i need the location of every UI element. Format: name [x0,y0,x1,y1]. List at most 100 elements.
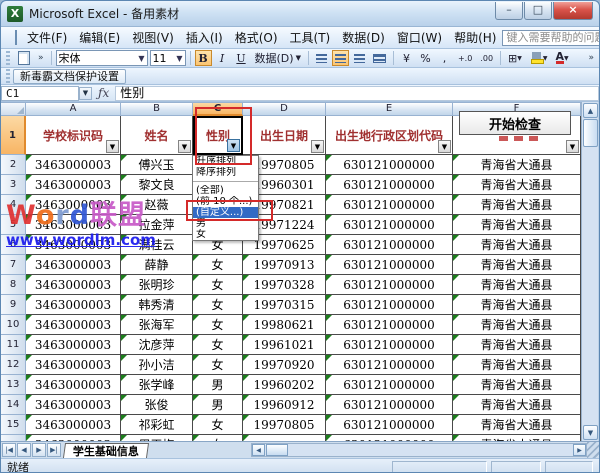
font-color-button[interactable]: A▼ [553,50,572,66]
row-number[interactable]: 9 [1,295,26,315]
minimize-button[interactable]: – [495,2,523,20]
filter-menu-item[interactable]: (自定义...) [193,207,258,218]
align-left-button[interactable] [313,50,330,66]
menu-item[interactable]: 数据(D) [336,27,391,48]
row-number[interactable]: 2 [1,155,26,175]
cell-a[interactable]: 3463000003 [26,175,121,195]
tab-last-icon[interactable]: ▶| [47,443,61,457]
filter-menu-item[interactable]: 男 [193,218,258,229]
new-document-button[interactable] [15,50,33,66]
filter-menu-item[interactable]: 降序排列 [193,167,258,178]
font-size-select[interactable]: 11▼ [150,50,186,66]
cell-a[interactable]: 3463000003 [26,375,121,395]
cell-c[interactable]: 女 [193,355,243,375]
row-number[interactable]: 5 [1,215,26,235]
menu-item[interactable]: 格式(O) [229,27,284,48]
percent-button[interactable]: % [417,50,434,66]
filter-dropdown-icon[interactable]: ▼ [106,140,119,153]
cell-d[interactable]: 19970315 [243,295,326,315]
cell-f[interactable]: 青海省大通县 [453,295,581,315]
filter-dropdown-icon[interactable]: ▼ [311,140,324,153]
cell-a[interactable]: 3463000003 [26,255,121,275]
data-menu-button[interactable]: 数据(D)▼ [252,50,304,66]
cell-e[interactable]: 630121000000 [326,255,453,275]
cell-c[interactable]: 女 [193,255,243,275]
cell-f[interactable]: 青海省大通县 [453,355,581,375]
row-number[interactable]: 10 [1,315,26,335]
cell-e[interactable]: 630121000000 [326,415,453,435]
align-right-button[interactable] [351,50,368,66]
help-search-input[interactable]: 键入需要帮助的问题 [502,30,600,46]
cell-b[interactable]: 韩秀清 [121,295,193,315]
cell-a[interactable]: 3463000003 [26,295,121,315]
header-cell-b1[interactable]: 姓名 ▼ [121,116,193,155]
cell-f[interactable]: 青海省大通县 [453,275,581,295]
row-number[interactable]: 15 [1,415,26,435]
cell-b[interactable]: 张明珍 [121,275,193,295]
row-number[interactable]: 14 [1,395,26,415]
cell-f[interactable]: 青海省大通县 [453,195,581,215]
formula-input[interactable]: 性别 [115,86,599,101]
header-cell-d1[interactable]: 出生日期 ▼ [243,116,326,155]
merge-center-button[interactable] [370,50,389,66]
cell-b[interactable]: 祁彩虹 [121,415,193,435]
scroll-down-icon[interactable]: ▼ [583,425,598,440]
column-header-A[interactable]: A [26,102,121,116]
cell-b[interactable]: 沈彦萍 [121,335,193,355]
start-check-button[interactable]: 开始检查 [459,111,571,135]
name-box[interactable]: C1 [1,86,79,101]
tab-next-icon[interactable]: ▶ [32,443,46,457]
cell-f[interactable]: 青海省大通县 [453,255,581,275]
decrease-decimal-button[interactable]: .00 [477,50,496,66]
sheet-tab-active[interactable]: 学生基础信息 [63,443,149,458]
cell-d[interactable]: 19970805 [243,415,326,435]
cell-a[interactable]: 3463000003 [26,155,121,175]
cell-d[interactable]: 19980621 [243,315,326,335]
increase-decimal-button[interactable]: +.0 [455,50,475,66]
horizontal-scroll-thumb[interactable] [266,444,288,456]
cell-e[interactable]: 630121000000 [326,355,453,375]
toolbar-grip[interactable] [6,69,10,83]
row-number[interactable]: 6 [1,235,26,255]
column-header-D[interactable]: D [243,102,326,116]
header-cell-a1[interactable]: 学校标识码 ▼ [26,116,121,155]
cell-d[interactable]: 19960202 [243,375,326,395]
fx-icon[interactable]: ƒx [98,86,109,100]
comma-button[interactable]: , [436,50,453,66]
cell-e[interactable]: 630121000000 [326,375,453,395]
cell-b[interactable]: 孙小洁 [121,355,193,375]
tab-prev-icon[interactable]: ◀ [17,443,31,457]
cell-b[interactable]: 拉金萍 [121,215,193,235]
cell-e[interactable]: 630121000000 [326,275,453,295]
filter-dropdown-icon[interactable]: ▼ [566,140,579,153]
filter-menu-item[interactable]: 女 [193,229,258,240]
cell-d[interactable]: 19960912 [243,395,326,415]
cell-c[interactable]: 女 [193,315,243,335]
currency-button[interactable]: ¥ [398,50,415,66]
cell-e[interactable]: 630121000000 [326,295,453,315]
cell-f[interactable]: 青海省大通县 [453,415,581,435]
cell-e[interactable]: 630121000000 [326,195,453,215]
row-number[interactable]: 3 [1,175,26,195]
antivirus-doc-protect-button[interactable]: 新毒霸文档保护设置 [13,69,126,84]
fill-color-button[interactable]: ▼ [527,50,551,66]
cell-a[interactable]: 3463000003 [26,395,121,415]
cell-a[interactable]: 3463000003 [26,335,121,355]
toolbar-overflow-icon[interactable]: » [35,53,47,63]
row-number[interactable]: 11 [1,335,26,355]
menu-item[interactable]: 工具(T) [284,27,337,48]
menu-item[interactable]: 插入(I) [180,27,229,48]
toolbar-grip[interactable] [6,51,10,65]
cell-b[interactable]: 张俊 [121,395,193,415]
column-header-B[interactable]: B [121,102,193,116]
scroll-right-icon[interactable]: ▶ [573,444,586,456]
vertical-scrollbar[interactable]: ▲ ▼ [581,102,598,441]
toolbar-options-icon[interactable]: » [585,53,597,63]
filter-menu-item[interactable]: 升序排列 [193,156,258,167]
cell-a[interactable]: 3463000003 [26,355,121,375]
cell-e[interactable]: 630121000000 [326,155,453,175]
row-number[interactable]: 4 [1,195,26,215]
underline-button[interactable]: U [233,50,250,66]
cell-b[interactable]: 傅兴玉 [121,155,193,175]
cell-e[interactable]: 630121000000 [326,235,453,255]
